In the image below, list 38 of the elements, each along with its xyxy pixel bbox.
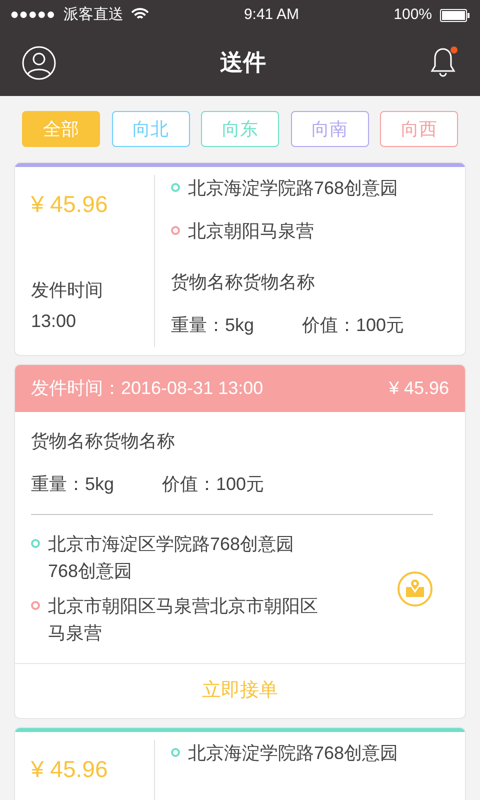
route-dot — [31, 539, 40, 548]
route-dot — [171, 183, 180, 192]
price: ¥ 45.96 — [388, 377, 449, 400]
route-dot — [171, 748, 180, 757]
profile-icon[interactable] — [22, 46, 56, 80]
send-time: 13:00 — [31, 310, 78, 333]
order-card[interactable]: 发件时间：2016-08-31 13:00 ¥ 45.96 货物名称货物名称 重量：5kg 价值：100元 北京市海淀区学院路768创意园768创意园 北京市朝阳区马泉营北京市朝阳区马泉营 立即接单 — [14, 364, 466, 719]
goods-name: 货物名称货物名称 — [171, 271, 316, 294]
page-title: 送件 — [220, 49, 266, 77]
signal-icon: ●●●●● — [10, 4, 56, 26]
goods-name: 货物名称货物名称 — [31, 430, 176, 453]
weight: 重量：5kg — [171, 314, 254, 337]
filter-tab[interactable]: 全部 — [22, 111, 100, 147]
value: 价值：100元 — [302, 314, 404, 337]
price: ¥ 45.96 — [31, 755, 109, 784]
origin-address: 北京海淀学院路768创意园 — [188, 742, 398, 765]
weight: 重量：5kg — [31, 473, 114, 496]
send-time: 发件时间：2016-08-31 13:00 — [31, 377, 264, 400]
carrier-name: 派客直送 — [63, 4, 124, 25]
accept-order-button[interactable]: 立即接单 — [15, 663, 465, 718]
filter-tab[interactable]: 向东 — [201, 111, 279, 147]
origin-address: 北京市海淀区学院路768创意园768创意园 — [48, 533, 296, 583]
send-time-label: 发件时间 — [31, 279, 104, 302]
origin-address: 北京海淀学院路768创意园 — [188, 177, 398, 200]
price: ¥ 45.96 — [31, 190, 109, 219]
route-dot — [171, 226, 180, 235]
route-dot — [31, 601, 40, 610]
destination-address: 北京朝阳马泉营 — [188, 220, 314, 243]
value: 价值：100元 — [162, 473, 264, 496]
destination-address: 北京市朝阳区马泉营北京市朝阳区马泉营 — [48, 595, 319, 645]
filter-tab[interactable]: 向北 — [112, 111, 190, 147]
filter-tab[interactable]: 向南 — [290, 111, 368, 147]
order-card[interactable]: ¥ 45.96 北京海淀学院路768创意园 — [14, 727, 466, 800]
order-card[interactable]: ¥ 45.96 发件时间 13:00 北京海淀学院路768创意园 北京朝阳马泉营 货物名称货物名称 重量：5kg 价值：100元 — [14, 162, 466, 356]
clock-time: 9:41 AM — [244, 4, 299, 25]
filter-tab[interactable]: 向西 — [380, 111, 458, 147]
battery-percent: 100% — [394, 4, 432, 25]
battery-icon — [440, 8, 470, 22]
